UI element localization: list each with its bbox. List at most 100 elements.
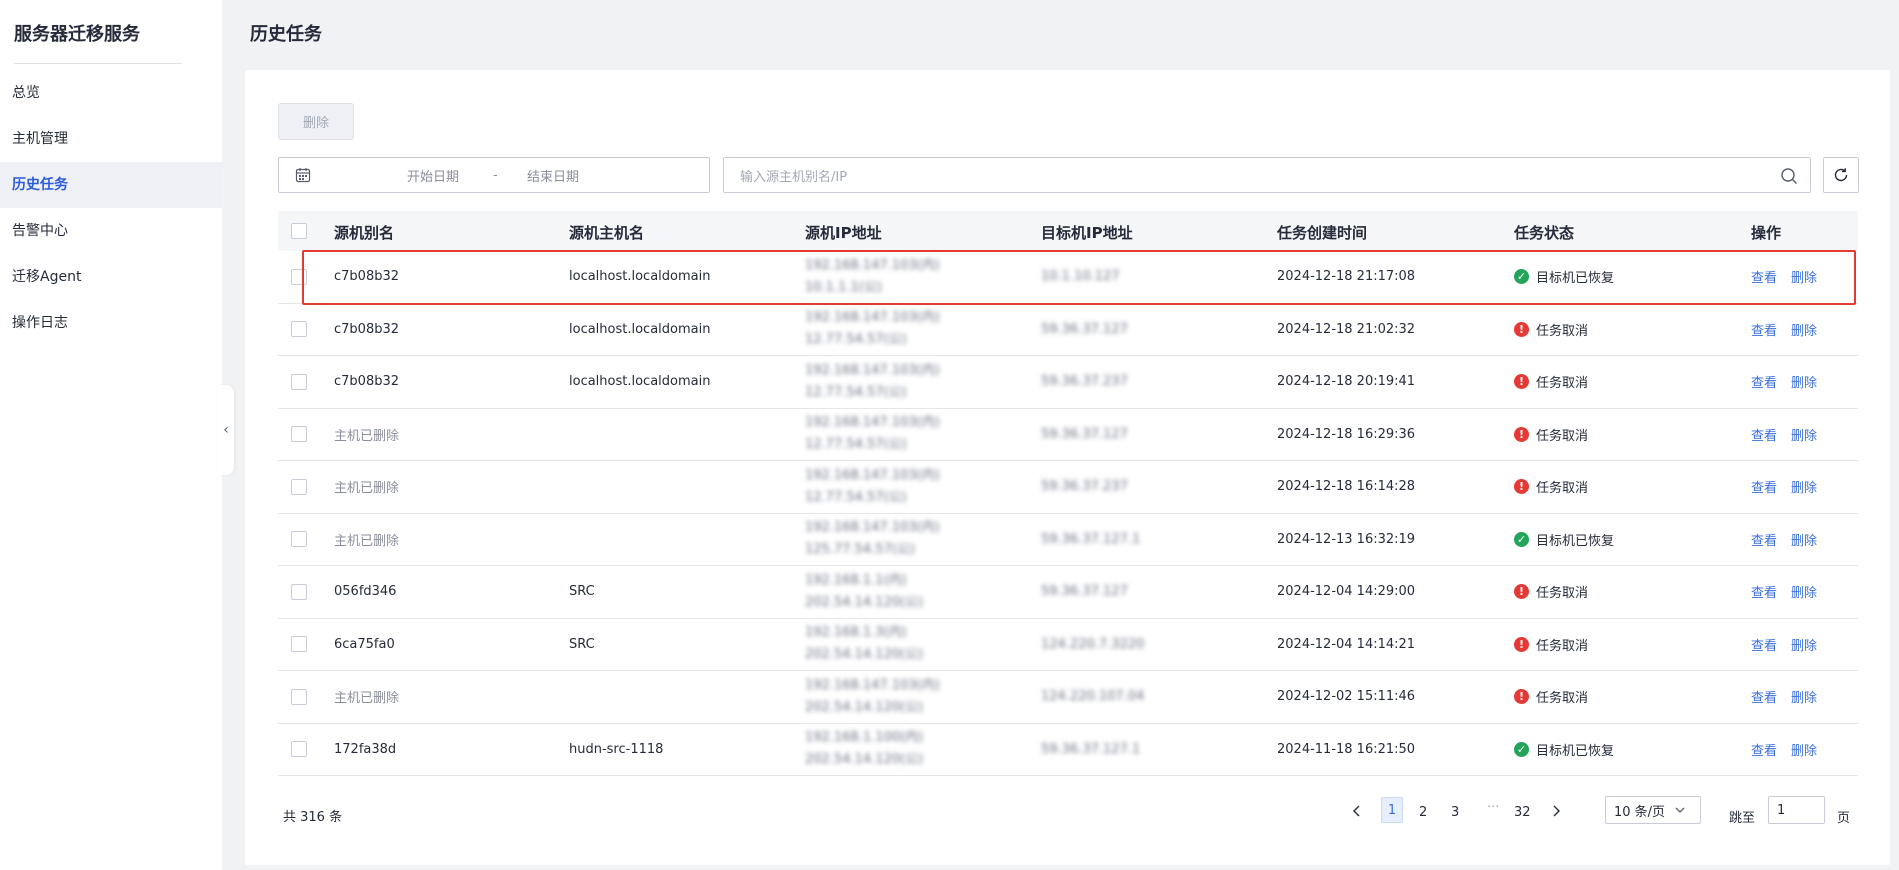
delete-link[interactable]: 删除 xyxy=(1791,267,1817,286)
date-range-picker[interactable]: 开始日期 - 结束日期 xyxy=(278,157,710,193)
batch-delete-button[interactable]: 删除 xyxy=(278,103,354,140)
chevron-down-icon xyxy=(1675,807,1685,813)
view-link[interactable]: 查看 xyxy=(1751,582,1777,601)
next-page-button[interactable] xyxy=(1551,805,1561,821)
cell-source-alias: c7b08b32 xyxy=(334,374,400,390)
table-row: 6ca75fa0 SRC 192.168.1.3(内) 202.54.14.12… xyxy=(278,619,1858,671)
row-checkbox[interactable] xyxy=(291,583,307,600)
row-checkbox[interactable] xyxy=(291,478,307,495)
source-ip-private: 192.168.1.100(内) xyxy=(805,730,924,746)
delete-link[interactable]: 删除 xyxy=(1791,635,1817,654)
source-ip-private: 192.168.147.103(内) xyxy=(805,257,940,273)
table-row: c7b08b32 localhost.localdomain 192.168.1… xyxy=(278,304,1858,356)
page-size-select[interactable]: 10 条/页 xyxy=(1605,796,1701,824)
cell-create-time: 2024-12-18 20:19:41 xyxy=(1277,374,1416,390)
cell-target-ip: 59.36.37.127.1 xyxy=(1041,741,1141,757)
row-checkbox[interactable] xyxy=(291,531,307,548)
cell-task-status: ! 任务取消 xyxy=(1514,635,1588,654)
cell-task-status: ✓ 目标机已恢复 xyxy=(1514,740,1614,759)
row-checkbox[interactable] xyxy=(291,688,307,705)
chevron-left-icon: ‹ xyxy=(223,422,229,438)
status-text: 任务取消 xyxy=(1536,691,1589,707)
sidebar-item-operation-log[interactable]: 操作日志 xyxy=(0,300,222,346)
page-1-button[interactable]: 1 xyxy=(1381,797,1403,823)
refresh-button[interactable] xyxy=(1823,157,1859,193)
row-checkbox[interactable] xyxy=(291,426,307,443)
source-ip-private: 192.168.147.103(内) xyxy=(805,677,940,693)
cell-task-status: ✓ 目标机已恢复 xyxy=(1514,530,1614,549)
end-date-input[interactable]: 结束日期 xyxy=(527,166,579,185)
error-circle-icon: ! xyxy=(1514,321,1529,337)
page-ellipsis[interactable]: ··· xyxy=(1487,800,1499,815)
sidebar-item-migration-agent[interactable]: 迁移Agent xyxy=(0,254,222,300)
page-title: 历史任务 xyxy=(250,24,322,45)
view-link[interactable]: 查看 xyxy=(1751,372,1777,391)
select-all-checkbox[interactable] xyxy=(291,223,307,239)
prev-page-button[interactable] xyxy=(1352,805,1362,821)
cell-create-time: 2024-12-02 15:11:46 xyxy=(1277,689,1416,705)
page-size-value: 10 条/页 xyxy=(1614,804,1666,820)
page-2-button[interactable]: 2 xyxy=(1419,805,1427,820)
view-link[interactable]: 查看 xyxy=(1751,425,1777,444)
source-ip-public: 12.77.54.57(公) xyxy=(805,384,907,400)
row-checkbox[interactable] xyxy=(291,636,307,653)
view-link[interactable]: 查看 xyxy=(1751,530,1777,549)
delete-link[interactable]: 删除 xyxy=(1791,530,1817,549)
view-link[interactable]: 查看 xyxy=(1751,267,1777,286)
view-link[interactable]: 查看 xyxy=(1751,687,1777,706)
view-link[interactable]: 查看 xyxy=(1751,320,1777,339)
cell-source-hostname: localhost.localdomain xyxy=(569,269,711,285)
cell-target-ip: 59.36.37.127 xyxy=(1041,321,1128,337)
cell-create-time: 2024-12-18 16:14:28 xyxy=(1277,479,1416,495)
cell-target-ip: 59.36.37.127 xyxy=(1041,584,1128,600)
source-ip-public: 202.54.14.120(公) xyxy=(805,647,924,663)
page-32-button[interactable]: 32 xyxy=(1514,805,1531,820)
cell-task-status: ! 任务取消 xyxy=(1514,477,1588,496)
refresh-icon xyxy=(1832,166,1850,184)
delete-link[interactable]: 删除 xyxy=(1791,687,1817,706)
source-ip-private: 192.168.147.103(内) xyxy=(805,520,940,536)
cell-operations: 查看 删除 xyxy=(1751,425,1817,444)
sidebar-item-alarm-center[interactable]: 告警中心 xyxy=(0,208,222,254)
cell-source-alias: 主机已删除 xyxy=(334,533,400,549)
search-icon[interactable] xyxy=(1780,167,1798,185)
cell-source-hostname: hudn-src-1118 xyxy=(569,741,664,757)
cell-source-ip: 192.168.147.103(内) 125.77.54.57(公) xyxy=(805,520,940,558)
header-source-alias: 源机别名 xyxy=(334,224,395,242)
page-3-button[interactable]: 3 xyxy=(1451,805,1459,820)
jump-to-input[interactable]: 1 xyxy=(1768,796,1825,824)
sidebar-item-overview[interactable]: 总览 xyxy=(0,70,222,116)
error-circle-icon: ! xyxy=(1514,479,1529,495)
cell-source-ip: 192.168.1.100(内) 202.54.14.120(公) xyxy=(805,730,923,768)
sidebar-item-history-tasks[interactable]: 历史任务 xyxy=(0,162,222,208)
delete-link[interactable]: 删除 xyxy=(1791,477,1817,496)
cell-operations: 查看 删除 xyxy=(1751,372,1817,391)
cell-target-ip: 10.1.10.127 xyxy=(1041,269,1120,285)
row-checkbox[interactable] xyxy=(291,741,307,758)
sidebar-collapse-button[interactable]: ‹ xyxy=(218,385,234,475)
delete-link[interactable]: 删除 xyxy=(1791,320,1817,339)
view-link[interactable]: 查看 xyxy=(1751,740,1777,759)
row-checkbox[interactable] xyxy=(291,321,307,338)
table-header: 源机别名 源机主机名 源机IP地址 目标机IP地址 任务创建时间 任务状态 操作 xyxy=(278,211,1858,251)
table-row: 主机已删除 192.168.147.103(内) 12.77.54.57(公) … xyxy=(278,461,1858,514)
check-circle-icon: ✓ xyxy=(1514,269,1529,285)
table-row: 主机已删除 192.168.147.103(内) 125.77.54.57(公)… xyxy=(278,514,1858,566)
view-link[interactable]: 查看 xyxy=(1751,477,1777,496)
view-link[interactable]: 查看 xyxy=(1751,635,1777,654)
delete-link[interactable]: 删除 xyxy=(1791,740,1817,759)
delete-link[interactable]: 删除 xyxy=(1791,372,1817,391)
cell-source-hostname: SRC xyxy=(569,584,595,600)
sidebar-item-host-management[interactable]: 主机管理 xyxy=(0,116,222,162)
cell-source-ip: 192.168.1.1(内) 202.54.14.120(公) xyxy=(805,573,923,611)
header-source-hostname: 源机主机名 xyxy=(569,224,645,242)
row-checkbox[interactable] xyxy=(291,268,307,285)
cell-source-ip: 192.168.147.103(内) 12.77.54.57(公) xyxy=(805,415,940,453)
header-source-ip: 源机IP地址 xyxy=(805,224,882,242)
row-checkbox[interactable] xyxy=(291,373,307,390)
delete-link[interactable]: 删除 xyxy=(1791,425,1817,444)
delete-link[interactable]: 删除 xyxy=(1791,582,1817,601)
cell-task-status: ! 任务取消 xyxy=(1514,425,1588,444)
start-date-input[interactable]: 开始日期 xyxy=(407,166,459,185)
search-input[interactable]: 输入源主机别名/IP xyxy=(723,157,1811,193)
